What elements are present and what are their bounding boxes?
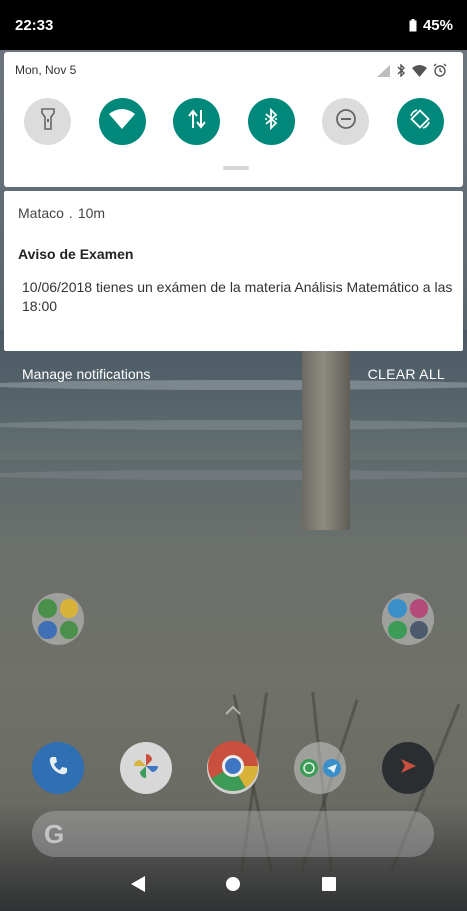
alarm-small-icon bbox=[433, 63, 447, 82]
flashlight-icon bbox=[40, 108, 55, 135]
notification-title: Aviso de Examen bbox=[18, 246, 134, 262]
wallpaper-wave bbox=[0, 470, 467, 480]
status-right: 45% bbox=[409, 17, 453, 34]
wallpaper-wave bbox=[0, 420, 467, 430]
battery-percent: 45% bbox=[422, 16, 453, 34]
google-g-icon: G bbox=[44, 818, 65, 849]
status-time: 22:33 bbox=[15, 16, 54, 34]
qs-drag-handle[interactable] bbox=[223, 166, 249, 170]
app-icon bbox=[38, 620, 57, 639]
manage-notifications-button[interactable]: Manage notifications bbox=[22, 366, 150, 382]
quick-settings-panel: Mon, Nov 5 bbox=[4, 52, 463, 187]
do-not-disturb-icon bbox=[335, 108, 357, 135]
navigation-bar bbox=[0, 862, 467, 911]
whatsapp-icon bbox=[299, 759, 318, 777]
tile-auto-rotate[interactable] bbox=[396, 98, 444, 145]
app-folder-right[interactable] bbox=[382, 593, 434, 645]
bluetooth-icon bbox=[264, 107, 278, 135]
messaging-folder[interactable] bbox=[294, 742, 346, 794]
app-icon bbox=[38, 599, 57, 618]
wallpaper-post bbox=[302, 320, 350, 530]
wifi-small-icon bbox=[412, 64, 427, 82]
wifi-icon bbox=[109, 109, 136, 134]
qs-system-icons bbox=[377, 62, 447, 82]
auto-rotate-icon bbox=[408, 107, 432, 136]
app-icon bbox=[59, 599, 78, 618]
chevron-up-icon[interactable] bbox=[225, 702, 241, 720]
tile-bluetooth[interactable] bbox=[247, 98, 295, 145]
media-app[interactable] bbox=[382, 742, 434, 794]
chrome-app[interactable] bbox=[207, 740, 259, 796]
recents-icon[interactable] bbox=[321, 876, 337, 897]
notification-header: Mataco. 10m bbox=[18, 205, 105, 221]
qs-tiles bbox=[24, 98, 444, 145]
tile-do-not-disturb[interactable] bbox=[322, 98, 370, 145]
phone-app[interactable] bbox=[32, 742, 84, 794]
app-icon bbox=[59, 620, 78, 639]
tile-mobile-data[interactable] bbox=[173, 98, 221, 145]
cell-signal-icon bbox=[377, 64, 390, 82]
chrome-icon bbox=[208, 740, 258, 796]
notification-body: 10/06/2018 tienes un exámen de la materi… bbox=[22, 279, 453, 314]
notification-card[interactable]: Mataco. 10m Aviso de Examen 10/06/2018 ti… bbox=[4, 191, 463, 351]
qs-date[interactable]: Mon, Nov 5 bbox=[15, 63, 76, 77]
play-icon bbox=[398, 756, 418, 781]
bluetooth-small-icon bbox=[396, 62, 406, 82]
back-icon[interactable] bbox=[130, 875, 146, 898]
phone-icon bbox=[47, 755, 69, 782]
clear-all-button[interactable]: CLEAR ALL bbox=[368, 366, 445, 382]
home-icon[interactable] bbox=[225, 876, 241, 897]
photos-app[interactable] bbox=[120, 742, 172, 794]
telegram-icon bbox=[322, 759, 341, 777]
twitter-icon bbox=[388, 599, 407, 618]
app-folder-left[interactable] bbox=[32, 593, 84, 645]
status-bar: 22:33 45% bbox=[0, 0, 467, 50]
instagram-icon bbox=[409, 599, 428, 618]
spotify-icon bbox=[388, 620, 407, 639]
notification-app-name: Mataco bbox=[18, 205, 64, 221]
battery-icon bbox=[409, 18, 417, 32]
mobile-data-icon bbox=[187, 108, 206, 135]
tile-wifi[interactable] bbox=[98, 98, 146, 145]
tile-flashlight[interactable] bbox=[24, 98, 71, 145]
app-icon bbox=[409, 620, 428, 639]
messaging-icons bbox=[299, 758, 342, 778]
photos-icon bbox=[131, 751, 161, 786]
notification-time: 10m bbox=[77, 205, 106, 221]
google-search-bar[interactable]: G bbox=[32, 811, 434, 857]
notification-separator: . bbox=[68, 205, 73, 221]
